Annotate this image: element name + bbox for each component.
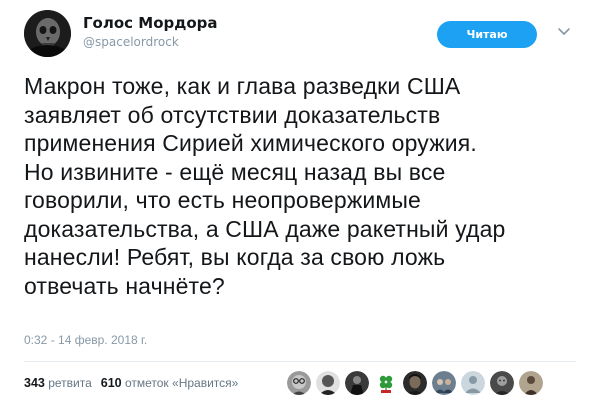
skull-portrait-icon [24, 10, 71, 57]
liker-avatar[interactable] [402, 370, 428, 396]
liker-avatar[interactable] [489, 370, 515, 396]
likes-stat[interactable]: 610 отметок «Нравится» [101, 376, 239, 390]
divider [24, 361, 576, 362]
clover-icon [374, 371, 398, 395]
group-photo-icon [432, 371, 456, 395]
dark-portrait-icon [403, 371, 427, 395]
liker-avatar[interactable] [431, 370, 457, 396]
liker-avatar[interactable] [344, 370, 370, 396]
tweet-card: Голос Мордора @spacelordrock Читаю Макро… [0, 0, 600, 419]
dark-figure-icon [345, 371, 369, 395]
retweets-label: ретвита [48, 376, 92, 390]
author-info: Голос Мордора @spacelordrock [83, 14, 218, 49]
liker-avatar[interactable] [315, 370, 341, 396]
retweets-stat[interactable]: 343 ретвита [24, 376, 92, 390]
likes-count: 610 [100, 376, 122, 390]
tweet-timestamp[interactable]: 0:32 - 14 февр. 2018 г. [24, 333, 147, 347]
likes-label: отметок «Нравится» [124, 376, 239, 390]
author-handle[interactable]: @spacelordrock [83, 35, 218, 49]
tweet-stats: 343 ретвита 610 отметок «Нравится» [24, 376, 238, 390]
retweets-count: 343 [24, 376, 45, 390]
default-profile-icon [461, 371, 485, 395]
glasses-face-icon [287, 371, 311, 395]
tweet-text: Макрон тоже, как и глава разведки США за… [24, 73, 506, 299]
liker-avatar[interactable] [286, 370, 312, 396]
liker-avatars [286, 370, 547, 396]
author-display-name[interactable]: Голос Мордора [83, 14, 218, 32]
figure-icon [519, 371, 543, 395]
liker-avatar[interactable] [373, 370, 399, 396]
following-button[interactable]: Читаю [437, 21, 537, 48]
liker-avatar[interactable] [518, 370, 544, 396]
dark-face-icon [490, 371, 514, 395]
bw-face-icon [316, 371, 340, 395]
liker-avatar[interactable] [460, 370, 486, 396]
author-avatar[interactable] [24, 10, 71, 57]
chevron-down-icon[interactable] [557, 27, 571, 37]
